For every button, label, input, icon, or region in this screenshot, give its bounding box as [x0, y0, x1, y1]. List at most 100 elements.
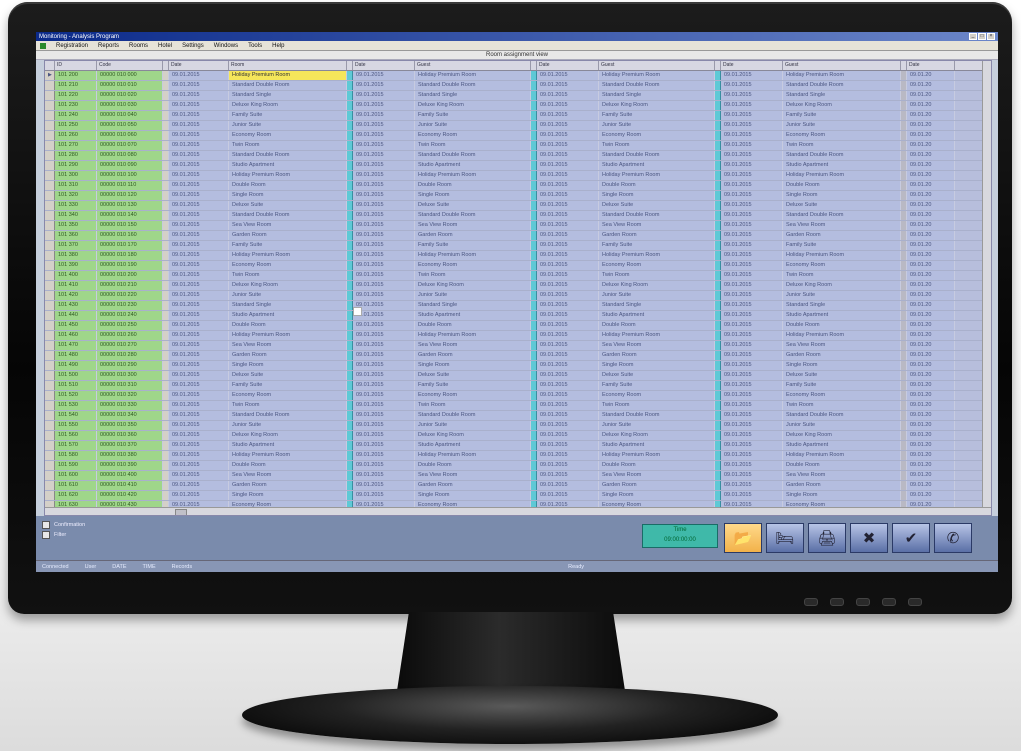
table-cell[interactable]: 09.01.2015 — [353, 191, 415, 200]
table-cell[interactable]: 09.01.2015 — [721, 181, 783, 190]
table-row[interactable]: 101 220 00000 010 020 09.01.2015 Standard S… — [45, 91, 991, 101]
table-cell[interactable]: 00000 010 080 — [97, 151, 163, 160]
table-cell[interactable]: Holiday Premium Room — [229, 171, 347, 180]
table-cell[interactable]: 09.01.2015 — [721, 281, 783, 290]
table-row[interactable]: 101 290 00000 010 090 09.01.2015 Studio Apa… — [45, 161, 991, 171]
table-cell[interactable]: 09.01.2015 — [353, 221, 415, 230]
table-cell[interactable]: Economy Room — [415, 131, 531, 140]
table-cell[interactable]: 09.01.2015 — [537, 81, 599, 90]
table-cell[interactable]: 00000 010 320 — [97, 391, 163, 400]
table-cell[interactable]: Standard Single — [783, 301, 901, 310]
menu-windows[interactable]: Windows — [214, 43, 238, 49]
table-cell[interactable]: Deluxe King Room — [783, 431, 901, 440]
table-cell[interactable]: 101 550 — [55, 421, 97, 430]
row-selector[interactable] — [45, 161, 55, 170]
table-cell[interactable]: 09.01.2015 — [537, 231, 599, 240]
table-cell[interactable]: 09.01.2015 — [721, 191, 783, 200]
table-cell[interactable]: 09.01.2015 — [537, 201, 599, 210]
table-cell[interactable]: 09.01.20 — [907, 291, 955, 300]
table-cell[interactable]: 09.01.2015 — [353, 121, 415, 130]
table-cell[interactable]: Standard Double Room — [229, 151, 347, 160]
table-cell[interactable]: Standard Single — [415, 91, 531, 100]
table-cell[interactable]: 101 300 — [55, 171, 97, 180]
table-cell[interactable]: 09.01.2015 — [721, 151, 783, 160]
table-cell[interactable]: Economy Room — [783, 131, 901, 140]
table-row[interactable]: 101 600 00000 010 400 09.01.2015 Sea View R… — [45, 471, 991, 481]
table-cell[interactable]: Holiday Premium Room — [415, 171, 531, 180]
table-cell[interactable]: 101 610 — [55, 481, 97, 490]
table-cell[interactable]: 09.01.20 — [907, 241, 955, 250]
table-cell[interactable]: 101 470 — [55, 341, 97, 350]
table-cell[interactable]: 09.01.2015 — [169, 91, 229, 100]
table-cell[interactable]: 09.01.20 — [907, 371, 955, 380]
table-cell[interactable]: 09.01.2015 — [537, 301, 599, 310]
table-row[interactable]: 101 460 00000 010 260 09.01.2015 Holiday Pr… — [45, 331, 991, 341]
table-cell[interactable]: 00000 010 200 — [97, 271, 163, 280]
table-row[interactable]: 101 500 00000 010 300 09.01.2015 Deluxe Sui… — [45, 371, 991, 381]
table-cell[interactable]: Deluxe King Room — [415, 101, 531, 110]
row-selector[interactable] — [45, 421, 55, 430]
table-cell[interactable]: Standard Double Room — [415, 151, 531, 160]
table-cell[interactable]: Standard Double Room — [599, 411, 715, 420]
table-cell[interactable]: 09.01.20 — [907, 341, 955, 350]
row-selector[interactable] — [45, 431, 55, 440]
table-cell[interactable]: Family Suite — [415, 381, 531, 390]
table-cell[interactable]: Standard Double Room — [599, 81, 715, 90]
table-cell[interactable]: 09.01.2015 — [169, 401, 229, 410]
table-cell[interactable]: Studio Apartment — [783, 161, 901, 170]
table-cell[interactable]: 00000 010 330 — [97, 401, 163, 410]
table-cell[interactable]: 09.01.2015 — [537, 421, 599, 430]
table-cell[interactable]: 00000 010 160 — [97, 231, 163, 240]
table-cell[interactable]: 09.01.2015 — [537, 491, 599, 500]
filter-checkbox[interactable] — [42, 531, 50, 539]
table-cell[interactable]: 09.01.2015 — [169, 151, 229, 160]
row-selector[interactable] — [45, 451, 55, 460]
table-cell[interactable]: Single Room — [415, 491, 531, 500]
table-cell[interactable]: Twin Room — [783, 141, 901, 150]
table-cell[interactable]: 00000 010 250 — [97, 321, 163, 330]
table-cell[interactable]: 00000 010 100 — [97, 171, 163, 180]
table-cell[interactable]: 00000 010 070 — [97, 141, 163, 150]
table-cell[interactable]: Holiday Premium Room — [415, 71, 531, 80]
table-cell[interactable]: 09.01.20 — [907, 301, 955, 310]
table-cell[interactable]: 09.01.2015 — [537, 361, 599, 370]
table-cell[interactable]: 09.01.2015 — [537, 441, 599, 450]
table-cell[interactable]: Economy Room — [783, 261, 901, 270]
table-cell[interactable]: 09.01.2015 — [169, 451, 229, 460]
table-cell[interactable]: 09.01.20 — [907, 471, 955, 480]
table-cell[interactable]: Deluxe Suite — [599, 371, 715, 380]
table-cell[interactable]: 09.01.2015 — [537, 381, 599, 390]
table-cell[interactable]: Standard Single — [229, 301, 347, 310]
table-cell[interactable]: Standard Double Room — [783, 411, 901, 420]
table-cell[interactable]: Studio Apartment — [783, 441, 901, 450]
table-cell[interactable]: 09.01.2015 — [353, 401, 415, 410]
table-cell[interactable]: Twin Room — [229, 401, 347, 410]
table-cell[interactable]: 09.01.20 — [907, 211, 955, 220]
table-row[interactable]: 101 590 00000 010 390 09.01.2015 Double Roo… — [45, 461, 991, 471]
table-cell[interactable]: 101 390 — [55, 261, 97, 270]
table-cell[interactable]: Deluxe Suite — [229, 201, 347, 210]
table-cell[interactable]: 09.01.2015 — [353, 91, 415, 100]
row-selector[interactable] — [45, 441, 55, 450]
table-cell[interactable]: Family Suite — [229, 111, 347, 120]
table-cell[interactable]: 09.01.2015 — [537, 471, 599, 480]
table-cell[interactable]: 09.01.2015 — [169, 101, 229, 110]
row-selector[interactable] — [45, 281, 55, 290]
table-cell[interactable]: 09.01.2015 — [169, 441, 229, 450]
table-cell[interactable]: Garden Room — [415, 481, 531, 490]
table-cell[interactable]: 09.01.2015 — [721, 331, 783, 340]
table-cell[interactable]: 09.01.2015 — [169, 71, 229, 80]
table-cell[interactable]: 09.01.20 — [907, 311, 955, 320]
table-cell[interactable]: 09.01.2015 — [353, 81, 415, 90]
row-selector[interactable] — [45, 81, 55, 90]
table-cell[interactable]: 09.01.2015 — [353, 71, 415, 80]
table-cell[interactable]: 00000 010 210 — [97, 281, 163, 290]
row-selector[interactable] — [45, 291, 55, 300]
row-selector[interactable] — [45, 481, 55, 490]
table-cell[interactable]: 101 310 — [55, 181, 97, 190]
scroll-thumb[interactable] — [175, 509, 187, 515]
table-cell[interactable]: 09.01.2015 — [169, 211, 229, 220]
table-cell[interactable]: 09.01.2015 — [721, 351, 783, 360]
row-selector[interactable] — [45, 371, 55, 380]
table-cell[interactable]: 09.01.2015 — [537, 451, 599, 460]
